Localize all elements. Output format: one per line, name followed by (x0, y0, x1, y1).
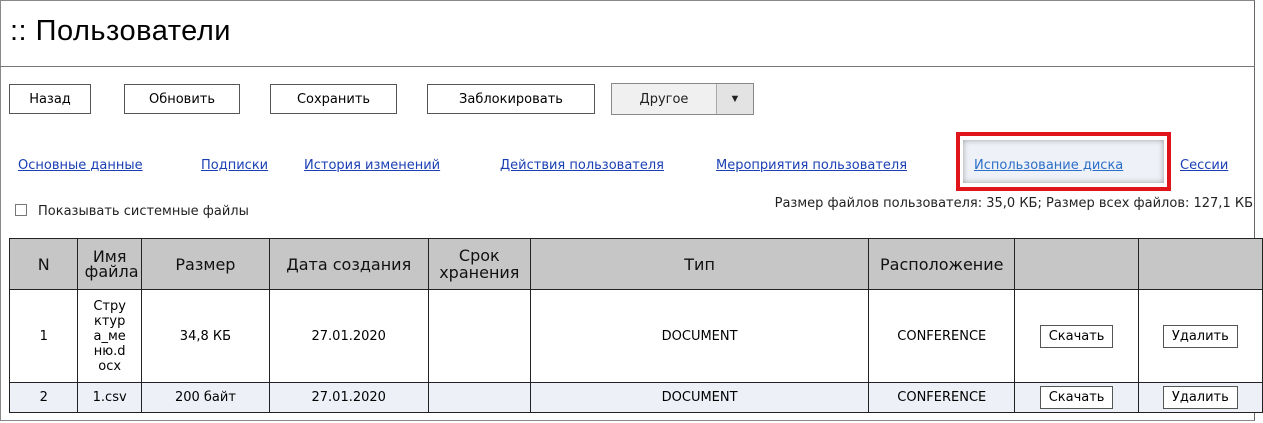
cell-file-name: Структура_меню.docx (77, 289, 142, 383)
refresh-button[interactable]: Обновить (124, 84, 240, 114)
tab-subscriptions[interactable]: Подписки (201, 158, 268, 173)
cell-download: Скачать (1014, 289, 1139, 383)
cell-download: Скачать (1014, 382, 1139, 413)
header-retention-text: Срок хранения (439, 246, 520, 282)
tab-sessions[interactable]: Сессии (1180, 158, 1228, 173)
header-file-name: Имя файла (77, 238, 142, 290)
table-row: 2 1.csv 200 байт 27.01.2020 DOCUMENT CON… (8, 382, 1263, 413)
cell-n: 1 (8, 289, 79, 383)
cell-location: CONFERENCE (868, 289, 1016, 383)
tab-user-events[interactable]: Мероприятия пользователя (716, 158, 907, 173)
table-header-row: N Имя файла Размер Дата создания Срок хр… (8, 238, 1263, 290)
other-dropdown[interactable]: Другое ▼ (611, 83, 754, 115)
header-location: Расположение (868, 238, 1016, 290)
tab-disk-usage[interactable]: Использование диска (974, 158, 1123, 173)
download-button[interactable]: Скачать (1039, 324, 1114, 348)
delete-button[interactable]: Удалить (1162, 324, 1238, 348)
page-title: :: Пользователи (10, 15, 231, 47)
tab-basic-data[interactable]: Основные данные (18, 158, 143, 173)
cell-size: 34,8 КБ (140, 289, 270, 383)
file-sizes-summary: Размер файлов пользователя: 35,0 КБ; Раз… (774, 196, 1253, 211)
cell-retention (427, 382, 532, 413)
file-name-text: Структура_меню.docx (93, 298, 126, 374)
table-row: 1 Структура_меню.docx 34,8 КБ 27.01.2020… (8, 289, 1263, 383)
cell-created: 27.01.2020 (268, 289, 429, 383)
cell-retention (427, 289, 532, 383)
header-n: N (8, 238, 79, 290)
cell-delete: Удалить (1137, 289, 1263, 383)
save-button[interactable]: Сохранить (270, 84, 397, 114)
download-button[interactable]: Скачать (1039, 386, 1114, 409)
cell-delete: Удалить (1137, 382, 1263, 413)
cell-type: DOCUMENT (530, 289, 870, 383)
header-retention: Срок хранения (427, 238, 532, 290)
cell-type: DOCUMENT (530, 382, 870, 413)
show-system-files-label: Показывать системные файлы (38, 204, 249, 219)
header-type: Тип (530, 238, 870, 290)
delete-button[interactable]: Удалить (1162, 386, 1238, 409)
header-download (1014, 238, 1139, 290)
tab-change-history[interactable]: История изменений (304, 158, 440, 173)
files-table: N Имя файла Размер Дата создания Срок хр… (8, 238, 1263, 413)
cell-size: 200 байт (140, 382, 270, 413)
tab-user-actions[interactable]: Действия пользователя (500, 158, 664, 173)
title-divider (0, 66, 1255, 67)
tab-bar: Основные данные Подписки История изменен… (0, 158, 1263, 178)
block-button[interactable]: Заблокировать (427, 84, 595, 114)
other-button[interactable]: Другое (612, 84, 717, 114)
header-created: Дата создания (268, 238, 429, 290)
back-button[interactable]: Назад (9, 84, 91, 114)
show-system-files-checkbox[interactable] (15, 204, 27, 216)
cell-created: 27.01.2020 (268, 382, 429, 413)
cell-file-name: 1.csv (77, 382, 142, 413)
cell-location: CONFERENCE (868, 382, 1016, 413)
header-size: Размер (140, 238, 270, 290)
chevron-down-icon[interactable]: ▼ (717, 84, 753, 114)
cell-n: 2 (8, 382, 79, 413)
header-file-name-text: Имя файла (84, 246, 139, 281)
header-delete (1137, 238, 1263, 290)
